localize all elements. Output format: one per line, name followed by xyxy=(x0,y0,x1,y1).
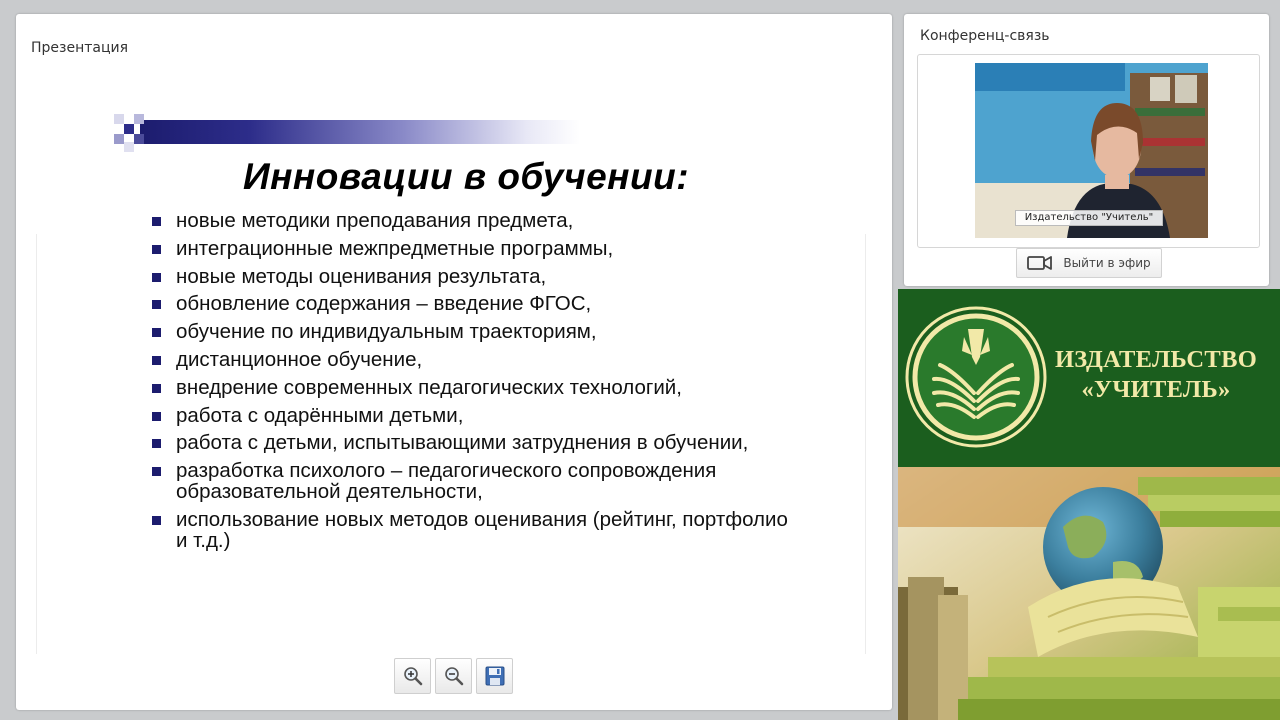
bullet-item: интеграционные межпредметные программы, xyxy=(152,238,792,259)
bullet-marker-icon xyxy=(152,411,161,421)
conference-panel-title: Конференц-связь xyxy=(920,28,1050,44)
bullet-marker-icon xyxy=(152,383,161,393)
bullet-item: дистанционное обучение, xyxy=(152,349,792,370)
bullet-marker-icon xyxy=(152,272,161,282)
publisher-banner: ИЗДАТЕЛЬСТВО «УЧИТЕЛЬ» xyxy=(898,289,1280,720)
zoom-out-icon xyxy=(444,667,463,686)
slide-divider-right xyxy=(865,234,866,654)
speaker-video[interactable]: Издательство "Учитель" xyxy=(975,63,1208,238)
bullet-item: новые методики преподавания предмета, xyxy=(152,210,792,231)
go-live-button[interactable]: Выйти в эфир xyxy=(1016,248,1162,278)
speaker-name-label: Издательство "Учитель" xyxy=(1015,210,1163,226)
bullet-marker-icon xyxy=(152,244,161,254)
publisher-logo xyxy=(905,306,1047,448)
bullet-item: обновление содержания – введение ФГОС, xyxy=(152,293,792,314)
bullet-marker-icon xyxy=(152,439,161,449)
books-globe-illustration xyxy=(898,467,1280,720)
zoom-in-button[interactable] xyxy=(394,658,431,694)
bullet-item: разработка психолого – педагогического с… xyxy=(152,460,792,502)
presentation-slide: Инновации в обучении: новые методики пре… xyxy=(36,74,872,654)
publisher-name-line1: ИЗДАТЕЛЬСТВО xyxy=(1054,346,1258,373)
bullet-item: работа с одарёнными детьми, xyxy=(152,405,792,426)
slide-bullet-list: новые методики преподавания предмета, ин… xyxy=(152,210,792,558)
bullet-item: внедрение современных педагогических тех… xyxy=(152,377,792,398)
bullet-item: использование новых методов оценивания (… xyxy=(152,509,792,551)
save-icon xyxy=(485,666,504,686)
bullet-marker-icon xyxy=(152,355,161,365)
bullet-item: обучение по индивидуальным траекториям, xyxy=(152,321,792,342)
presentation-panel-title: Презентация xyxy=(31,40,129,56)
publisher-name: ИЗДАТЕЛЬСТВО «УЧИТЕЛЬ» xyxy=(1036,345,1276,405)
video-container: Издательство "Учитель" xyxy=(917,54,1260,248)
bullet-marker-icon xyxy=(152,300,161,310)
bullet-marker-icon xyxy=(152,467,161,477)
slide-divider-left xyxy=(36,234,37,654)
bullet-item: работа с детьми, испытывающими затруднен… xyxy=(152,432,792,453)
presentation-panel: Презентация Инновации в обучении: новые … xyxy=(16,14,892,710)
bullet-marker-icon xyxy=(152,515,161,525)
go-live-label: Выйти в эфир xyxy=(1063,256,1151,270)
slide-title: Инновации в обучении: xyxy=(242,156,690,197)
bullet-item: новые методы оценивания результата, xyxy=(152,266,792,287)
bullet-marker-icon xyxy=(152,328,161,338)
bullet-marker-icon xyxy=(152,217,161,226)
presentation-toolbar xyxy=(394,658,513,694)
save-button[interactable] xyxy=(476,658,513,694)
zoom-in-icon xyxy=(403,667,422,686)
publisher-name-line2: «УЧИТЕЛЬ» xyxy=(1081,376,1231,403)
slide-decoration-bar xyxy=(114,114,584,152)
zoom-out-button[interactable] xyxy=(435,658,472,694)
conference-panel: Конференц-связь Издательство "Учитель" В… xyxy=(904,14,1269,286)
camera-icon xyxy=(1027,256,1053,270)
